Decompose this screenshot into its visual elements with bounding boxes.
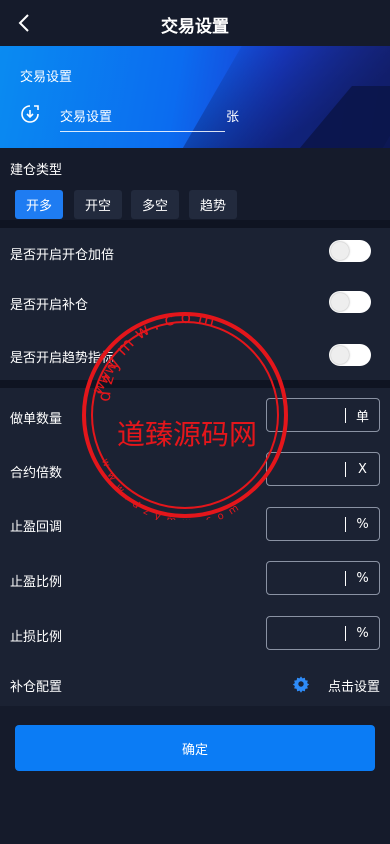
- type-long-button[interactable]: 开多: [15, 190, 63, 219]
- watermark-main-text: 道臻源码网: [117, 418, 257, 451]
- svg-text:www.dzymw.com: www.dzymw.com: [99, 457, 247, 520]
- build-type-section: 建仓类型 开多 开空 多空 趋势: [0, 148, 390, 220]
- banner-label: 交易设置: [20, 70, 73, 85]
- type-short-button[interactable]: 开空: [74, 190, 122, 219]
- toggle-knob: [331, 293, 349, 311]
- toggle-row-double: 是否开启开仓加倍: [0, 228, 390, 278]
- watermark-bottom-text: www.dzymw.com: [99, 457, 240, 520]
- field-unit: %: [356, 516, 369, 532]
- field-label: 止损比例: [10, 630, 63, 645]
- toggle-knob: [331, 346, 349, 364]
- gear-icon[interactable]: [292, 675, 310, 693]
- page-title: 交易设置: [161, 17, 229, 37]
- field-row-sl-ratio: 止损比例 %: [0, 606, 390, 662]
- type-both-button[interactable]: 多空: [131, 190, 179, 219]
- field-label: 合约倍数: [10, 466, 63, 481]
- toggle-label: 是否开启开仓加倍: [10, 248, 115, 263]
- svg-text:dzymw.com: dzymw.com: [95, 310, 223, 403]
- supplement-config-row: 补仓配置 点击设置: [0, 662, 390, 706]
- double-open-toggle[interactable]: [329, 240, 371, 262]
- watermark-stamp: dzymw.com www.dzymw.com www 道臻源码网: [82, 310, 288, 520]
- quantity-input[interactable]: 交易设置: [60, 104, 225, 132]
- field-unit: %: [356, 625, 369, 641]
- confirm-button[interactable]: 确定: [15, 725, 375, 771]
- tp-ratio-input[interactable]: %: [266, 561, 380, 595]
- supplement-config-label: 补仓配置: [10, 680, 63, 695]
- field-unit: 单: [355, 409, 369, 425]
- field-label: 止盈比例: [10, 575, 63, 590]
- build-type-label: 建仓类型: [10, 163, 63, 178]
- field-label: 止盈回调: [10, 520, 63, 535]
- field-label: 做单数量: [10, 412, 63, 427]
- toggle-knob: [331, 242, 349, 260]
- sl-ratio-input[interactable]: %: [266, 616, 380, 650]
- divider: [0, 220, 390, 228]
- setting-link[interactable]: 点击设置: [328, 676, 380, 695]
- field-unit: %: [356, 570, 369, 586]
- supplement-toggle[interactable]: [329, 291, 371, 313]
- quantity-unit: 张: [226, 110, 240, 125]
- nav-header: 交易设置: [0, 0, 390, 46]
- field-unit: X: [358, 461, 367, 477]
- refresh-download-icon: [21, 105, 39, 123]
- toggle-label: 是否开启补仓: [10, 298, 89, 313]
- trend-indicator-toggle[interactable]: [329, 344, 371, 366]
- type-trend-button[interactable]: 趋势: [189, 190, 237, 219]
- banner-card: 交易设置 交易设置 张: [0, 46, 390, 148]
- field-row-tp-ratio: 止盈比例 %: [0, 551, 390, 606]
- watermark-top-text: dzymw.com: [95, 310, 217, 403]
